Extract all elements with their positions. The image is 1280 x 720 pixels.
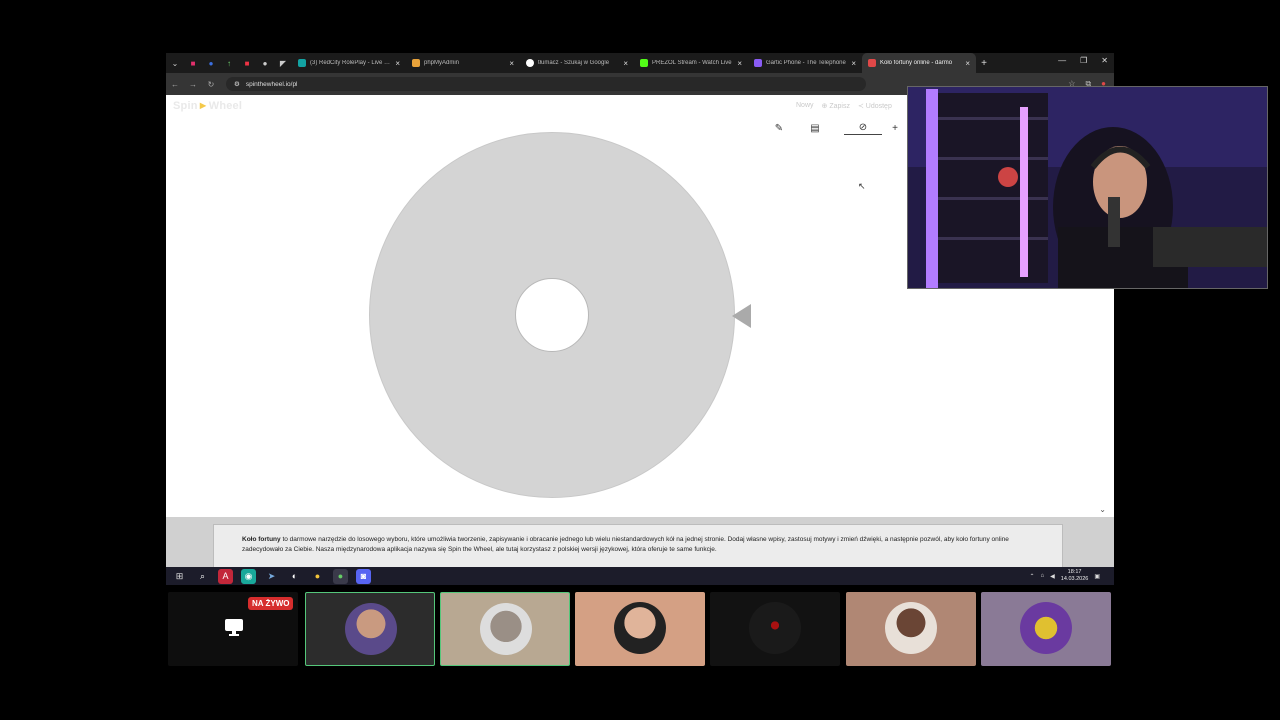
- live-badge: NA ŻYWO: [248, 597, 294, 610]
- tab-title: tłumacz - Szukaj w Google: [538, 60, 610, 66]
- close-tab-icon[interactable]: ×: [737, 59, 742, 68]
- chrome-active-icon[interactable]: ●: [333, 568, 348, 584]
- tab-favicon-icon: [526, 59, 534, 67]
- participant-tile[interactable]: [305, 592, 435, 666]
- notification-icon[interactable]: ▣: [1094, 573, 1100, 580]
- address-bar[interactable]: ⚙ spinthewheel.io/pl: [226, 77, 866, 91]
- tab-title: Koło fortuny online - darmo: [880, 60, 953, 66]
- screen-share-icon: [225, 619, 243, 636]
- tab-title: PREZOL Stream - Watch Live: [652, 60, 732, 66]
- window-controls: — ❐ ✕: [1058, 56, 1108, 65]
- participant-tile[interactable]: [440, 592, 570, 666]
- close-tab-icon[interactable]: ×: [851, 59, 856, 68]
- wheel-pointer-icon: [732, 304, 751, 328]
- tab-bar: ⌄ ■ ● ↑ ■ ● ◤ (3) RedCity RolePlay - Liv…: [166, 53, 1114, 73]
- system-tray: ⌃ ⌂ ◀ 18:17 14.03.2026 ▣: [1030, 569, 1100, 583]
- wheel-center-hub[interactable]: [515, 278, 589, 352]
- network-icon[interactable]: ⌂: [1041, 573, 1045, 579]
- tab-favicon-icon: [412, 59, 420, 67]
- screen: ⌄ ■ ● ↑ ■ ● ◤ (3) RedCity RolePlay - Liv…: [0, 0, 1280, 720]
- participant-avatar: [885, 602, 937, 654]
- clipboard-icon[interactable]: ▤: [808, 121, 822, 135]
- search-icon[interactable]: ⌕: [195, 569, 210, 584]
- windows-taskbar: ⊞ ⌕ A ◉ ➤ ◐ ● ● ◙ ⌃ ⌂ ◀ 18:17 14.03.2026…: [166, 567, 1114, 585]
- participant-avatar: [345, 603, 397, 655]
- nav-save[interactable]: ⊕ Zapisz: [822, 102, 850, 110]
- telegram-icon[interactable]: ➤: [264, 569, 279, 584]
- tab-favicon-icon: [640, 59, 648, 67]
- pinned-tab-github-icon[interactable]: ●: [256, 53, 274, 73]
- nav-share[interactable]: ≺ Udostęp: [858, 102, 892, 110]
- url-text: spinthewheel.io/pl: [245, 80, 298, 88]
- participant-tile[interactable]: [710, 592, 840, 666]
- browser-tab[interactable]: tłumacz - Szukaj w Google ×: [520, 53, 634, 73]
- close-tab-icon[interactable]: ×: [965, 59, 970, 68]
- participant-tile[interactable]: [575, 592, 705, 666]
- mouse-cursor-icon: ↖: [858, 181, 866, 191]
- participant-tile[interactable]: [846, 592, 976, 666]
- site-logo[interactable]: Spin►Wheel: [173, 100, 242, 112]
- browser-tab[interactable]: Gartic Phone - The Telephone ×: [748, 53, 862, 73]
- app-icon[interactable]: ◉: [241, 568, 256, 584]
- participant-avatar: [1020, 602, 1072, 654]
- pinned-tab-upload-icon[interactable]: ↑: [220, 53, 238, 73]
- participant-tile[interactable]: [981, 592, 1111, 666]
- edit-pencil-icon[interactable]: ✎: [772, 121, 786, 135]
- wheel-toolbar: ✎ ▤ ⊘ +: [772, 121, 902, 135]
- clock-time: 18:17: [1067, 569, 1082, 575]
- pinned-tab-icon[interactable]: ●: [202, 53, 220, 73]
- steam-icon[interactable]: ◐: [287, 569, 302, 584]
- description-text: to darmowe narzędzie do losowego wyboru,…: [242, 536, 1009, 553]
- description-box: Koło fortuny to darmowe narzędzie do los…: [213, 524, 1063, 568]
- clock-date: 14.03.2026: [1060, 576, 1089, 582]
- pinned-tab-instagram-icon[interactable]: ■: [184, 53, 202, 73]
- hide-eye-icon[interactable]: ⊘: [844, 121, 882, 135]
- site-nav: Nowy ⊕ Zapisz ≺ Udostęp: [796, 102, 892, 110]
- description-section: Koło fortuny to darmowe narzędzie do los…: [166, 517, 1114, 568]
- app-icon[interactable]: A: [218, 568, 233, 584]
- browser-tab-active[interactable]: Koło fortuny online - darmo ×: [862, 53, 976, 73]
- new-tab-icon[interactable]: +: [976, 58, 992, 69]
- nav-new[interactable]: Nowy: [796, 102, 814, 110]
- logo-arrow-icon: ►: [197, 100, 209, 112]
- reload-icon[interactable]: ↻: [202, 80, 220, 89]
- site-info-icon[interactable]: ⚙: [234, 80, 240, 88]
- close-tab-icon[interactable]: ×: [623, 59, 628, 68]
- scroll-down-chevron-icon[interactable]: ⌄: [1099, 505, 1106, 514]
- close-tab-icon[interactable]: ×: [395, 59, 400, 68]
- volume-icon[interactable]: ◀: [1050, 573, 1055, 580]
- add-icon[interactable]: +: [888, 121, 902, 135]
- tab-favicon-icon: [298, 59, 306, 67]
- minimize-icon[interactable]: —: [1058, 56, 1066, 65]
- tab-favicon-icon: [754, 59, 762, 67]
- description-bold: Koło fortuny: [242, 536, 281, 543]
- start-icon[interactable]: ⊞: [172, 569, 187, 584]
- participant-avatar: [749, 602, 801, 654]
- participant-avatar: [480, 603, 532, 655]
- webcam-overlay: [907, 86, 1268, 289]
- forward-icon[interactable]: →: [184, 80, 202, 89]
- browser-tab[interactable]: (3) RedCity RolePlay - Live Co ×: [292, 53, 406, 73]
- logo-text-left: Spin: [173, 100, 198, 112]
- tab-title: Gartic Phone - The Telephone: [766, 60, 846, 66]
- clock[interactable]: 18:17 14.03.2026: [1061, 569, 1089, 583]
- logo-text-right: Wheel: [208, 100, 243, 112]
- pinned-tab-icon[interactable]: ■: [238, 53, 256, 73]
- browser-tab[interactable]: PREZOL Stream - Watch Live ×: [634, 53, 748, 73]
- pinned-tab-icon[interactable]: ◤: [274, 53, 292, 73]
- tray-chevron-icon[interactable]: ⌃: [1030, 573, 1035, 580]
- tab-title: (3) RedCity RolePlay - Live Co: [310, 60, 392, 66]
- webcam-feed: [908, 87, 1267, 288]
- tab-favicon-icon: [868, 59, 876, 67]
- chrome-icon[interactable]: ●: [310, 569, 325, 584]
- discord-icon[interactable]: ◙: [356, 568, 371, 584]
- back-icon[interactable]: ←: [166, 80, 184, 89]
- close-tab-icon[interactable]: ×: [509, 59, 514, 68]
- tab-title: phpMyAdmin: [424, 60, 460, 66]
- close-window-icon[interactable]: ✕: [1101, 56, 1108, 65]
- restore-icon[interactable]: ❐: [1080, 56, 1087, 65]
- participant-avatar: [614, 602, 666, 654]
- browser-tab[interactable]: phpMyAdmin ×: [406, 53, 520, 73]
- tab-search-icon[interactable]: ⌄: [166, 53, 184, 73]
